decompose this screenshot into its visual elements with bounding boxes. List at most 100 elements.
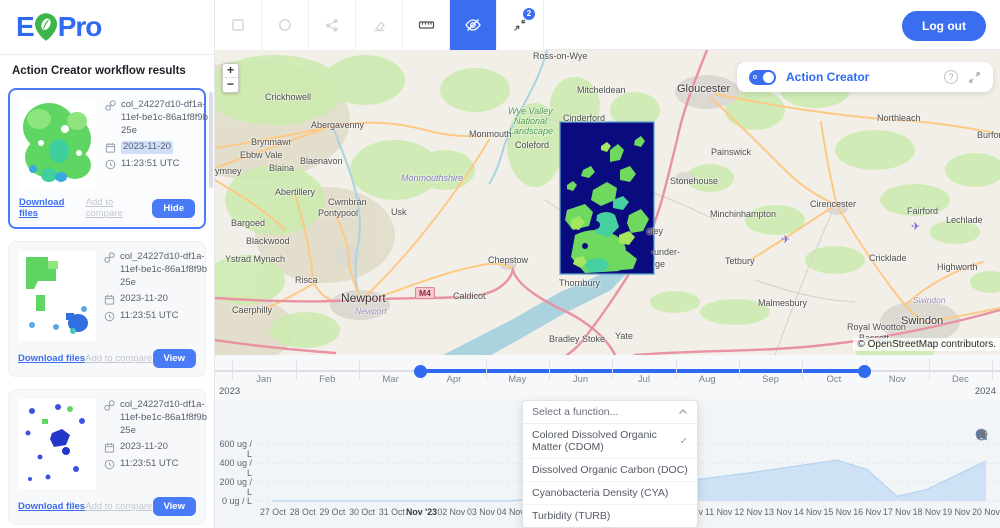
expand-icon[interactable]: [968, 71, 981, 84]
map-place-label: ge: [655, 259, 665, 269]
timeline-tick: [549, 359, 550, 380]
map-place-label: Fairford: [907, 206, 938, 216]
result-time: 11:23:51 UTC: [120, 310, 178, 323]
result-card[interactable]: col_24227d10-df1a-11ef-be1c-86a1f8f9b25e…: [8, 389, 206, 525]
logo-pin-icon: [35, 13, 57, 41]
timeline-tick: [992, 359, 993, 380]
chart-y-tick-label: 600 ug / L: [215, 439, 252, 459]
add-to-compare-link[interactable]: Add to compare: [85, 353, 152, 364]
timeline-tick: [929, 359, 930, 380]
map-place-label: Abertillery: [275, 187, 315, 197]
help-icon[interactable]: ?: [944, 70, 958, 84]
action-creator-panel: Action Creator ?: [737, 62, 993, 92]
map-place-label: Yate: [615, 331, 633, 341]
timeline-selected-range[interactable]: [421, 369, 865, 373]
result-card[interactable]: col_24227d10-df1a-11ef-be1c-86a1f8f9b25e…: [8, 88, 206, 229]
chevron-up-icon: [678, 408, 688, 416]
result-time-row: 11:23:51 UTC: [104, 458, 208, 471]
chart-x-tick-label: 15 Nov: [824, 507, 852, 517]
osm-attribution-link[interactable]: © OpenStreetMap contributors.: [853, 338, 1000, 351]
map-place-label: Stonehouse: [670, 176, 718, 186]
timeline-handle-end[interactable]: [858, 365, 871, 378]
download-files-link[interactable]: Download files: [18, 501, 85, 512]
chart-y-tick-label: 0 ug / L: [215, 496, 252, 506]
map-place-label: Northleach: [877, 113, 921, 123]
map-place-label: Crickhowell: [265, 92, 311, 102]
result-date-row: 2023-11-20: [105, 141, 209, 154]
map-place-label: Newport: [341, 291, 386, 305]
eraser-button[interactable]: [356, 0, 403, 50]
polygon-draw-button[interactable]: [309, 0, 356, 50]
view-button[interactable]: View: [153, 349, 196, 368]
chart-y-tick-label: 200 ug / L: [215, 477, 252, 497]
result-id: col_24227d10-df1a-11ef-be1c-86a1f8f9b25e: [120, 251, 208, 289]
result-date-row: 2023-11-20: [104, 441, 208, 454]
view-button[interactable]: View: [153, 497, 196, 516]
compare-results-button[interactable]: 2: [497, 0, 544, 50]
add-to-compare-link[interactable]: Add to compare: [86, 197, 153, 219]
map-place-label: Tetbury: [725, 256, 755, 266]
hide-button[interactable]: Hide: [152, 199, 195, 218]
timeline-month-label: Mar: [382, 374, 398, 385]
map-place-label: Blaenavon: [300, 156, 343, 166]
download-files-link[interactable]: Download files: [19, 197, 86, 219]
map-place-label: Landscape: [509, 126, 553, 136]
map-place-label: Highworth: [937, 262, 978, 272]
function-select-header[interactable]: Select a function...: [523, 401, 697, 424]
map-place-label: Ross-on-Wye: [533, 51, 587, 61]
map-place-label: National: [514, 116, 547, 126]
result-date-row: 2023-11-20: [104, 293, 208, 306]
map-place-label: Chepstow: [488, 255, 528, 265]
result-card[interactable]: col_24227d10-df1a-11ef-be1c-86a1f8f9b25e…: [8, 241, 206, 377]
timeline-handle-start[interactable]: [414, 365, 427, 378]
map-place-label: Pontypool: [318, 208, 358, 218]
check-icon: ✓: [680, 436, 688, 447]
result-thumbnail: [18, 251, 96, 341]
map-place-label: Wye Valley: [508, 106, 553, 116]
map-canvas[interactable]: Ross-on-WyeMitcheldeanGloucesterCrickhow…: [215, 50, 1000, 355]
chart-x-tick-label: 30 Oct: [349, 507, 375, 517]
map-place-label: Abergavenny: [311, 120, 364, 130]
top-toolbar: 2 Log out: [215, 0, 1000, 50]
map-place-label: cley: [647, 226, 663, 236]
map-place-label: Minchinhampton: [710, 209, 776, 219]
map-place-label: Cwmbrán: [328, 197, 367, 207]
logo-text-e: E: [16, 11, 34, 43]
zoom-in-button[interactable]: +: [223, 64, 238, 78]
timeline-tick: [232, 359, 233, 380]
zoom-out-button[interactable]: −: [223, 78, 238, 92]
function-option[interactable]: Cyanobacteria Density (CYA): [523, 482, 697, 505]
chart-x-tick-label: 03 Nov: [467, 507, 495, 517]
result-card-list: col_24227d10-df1a-11ef-be1c-86a1f8f9b25e…: [0, 88, 214, 528]
download-files-link[interactable]: Download files: [18, 353, 85, 364]
map-place-label: Caerphilly: [232, 305, 272, 315]
circle-draw-button[interactable]: [262, 0, 309, 50]
logout-button[interactable]: Log out: [902, 11, 986, 41]
function-option[interactable]: Dissolved Organic Carbon (DOC): [523, 459, 697, 482]
ruler-button[interactable]: [403, 0, 450, 50]
timeline-tick: [296, 359, 297, 380]
sidebar-scrollbar[interactable]: [209, 92, 213, 188]
chart-x-tick-label: 16 Nov: [853, 507, 881, 517]
map-place-label: Monmouthshire: [401, 173, 463, 183]
map-place-label: Royal Wootton: [847, 322, 906, 332]
map-place-label: Blaina: [269, 163, 294, 173]
timeline-tick: [359, 359, 360, 380]
rectangle-draw-button[interactable]: [215, 0, 262, 50]
timeline-year-end: 2024: [975, 386, 996, 397]
add-to-compare-link[interactable]: Add to compare: [85, 501, 152, 512]
timeline-month-label: May: [508, 374, 526, 385]
chart-x-tick-label: 31 Oct: [379, 507, 405, 517]
hide-results-button[interactable]: [450, 0, 497, 50]
timeline-tick: [676, 359, 677, 380]
map-place-label: -under-: [651, 247, 680, 257]
timeline-tick: [486, 359, 487, 380]
action-creator-toggle[interactable]: [749, 70, 776, 85]
chart-x-tick-label: 19 Nov: [942, 507, 970, 517]
function-option[interactable]: Turbidity (TURB): [523, 505, 697, 527]
map-place-label: Bradley Stoke: [549, 334, 605, 344]
function-option[interactable]: Colored Dissolved Organic Matter (CDOM)✓: [523, 424, 697, 459]
chart-x-tick-label: 18 Nov: [913, 507, 941, 517]
map-zoom-control: + −: [222, 63, 239, 93]
timeline-month-label: Feb: [319, 374, 335, 385]
